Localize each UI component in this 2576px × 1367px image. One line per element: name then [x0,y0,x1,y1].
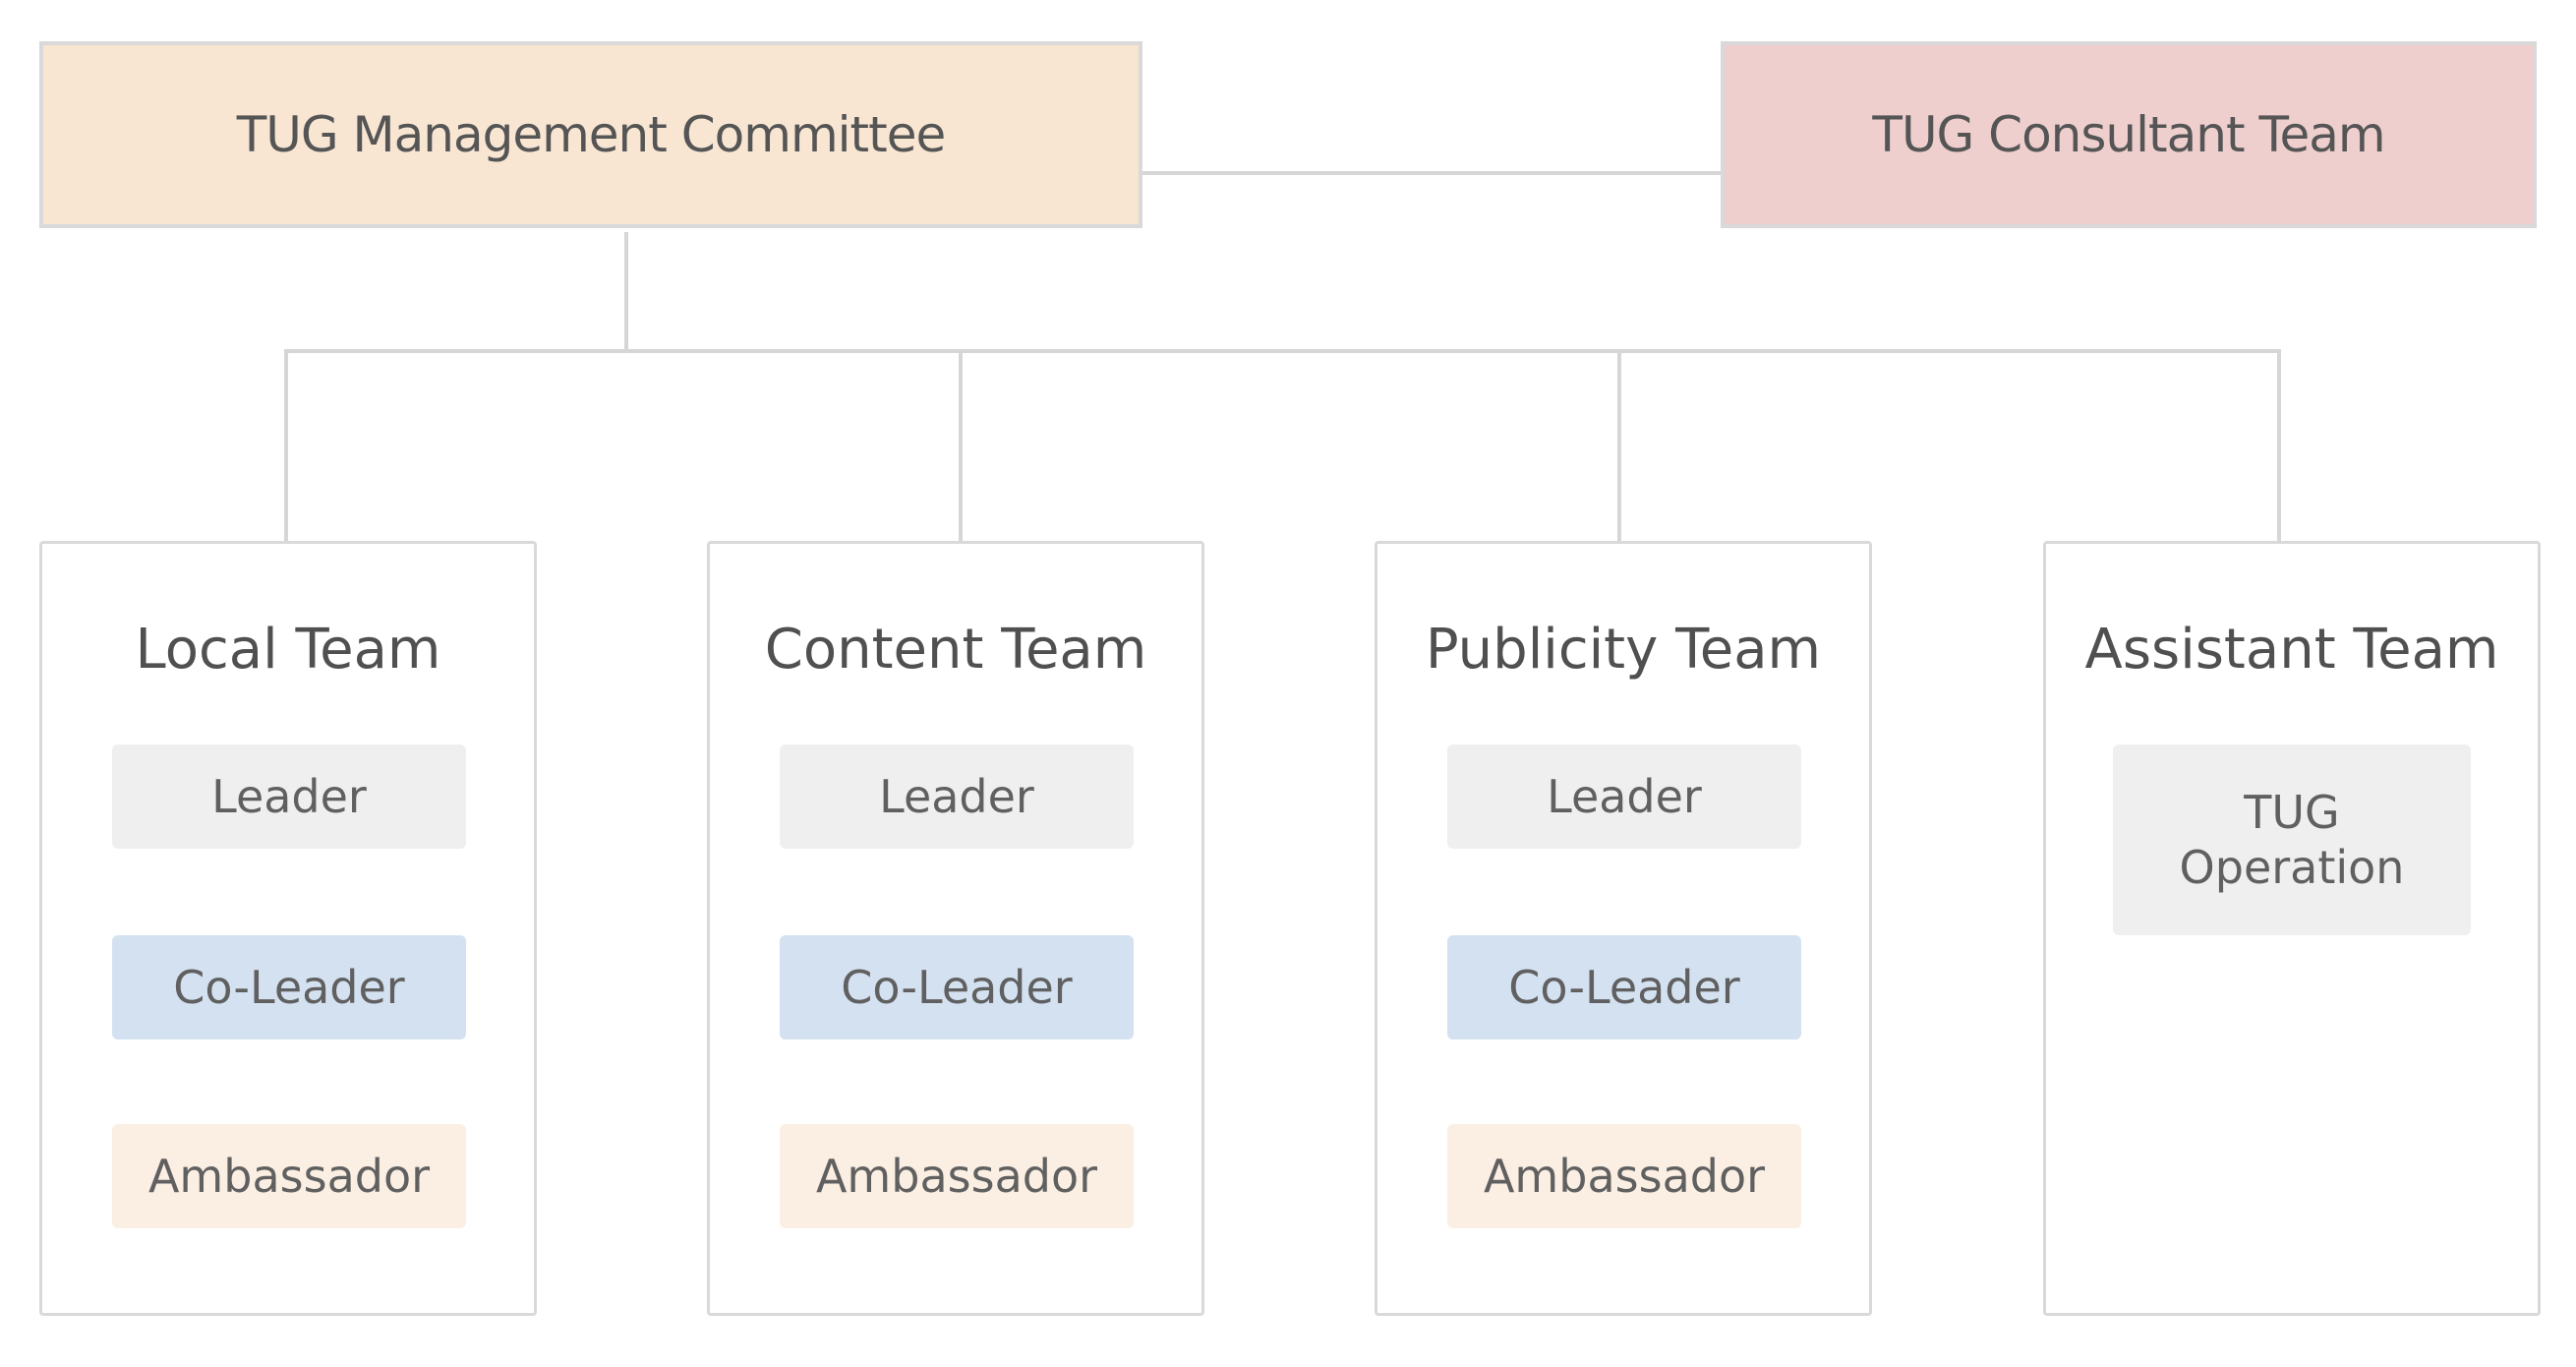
team-publicity[interactable]: Publicity Team Leader Co-Leader Ambassad… [1375,541,1872,1316]
role-co-leader[interactable]: Co-Leader [1447,935,1801,1040]
role-leader[interactable]: Leader [780,744,1134,849]
role-ambassador[interactable]: Ambassador [780,1124,1134,1228]
role-label: Co-Leader [841,961,1073,1014]
role-label: Ambassador [147,1150,431,1203]
team-local[interactable]: Local Team Leader Co-Leader Ambassador [39,541,537,1316]
role-label: TUG Operation [2179,786,2405,894]
role-label: Co-Leader [173,961,405,1014]
consultant-team-node[interactable]: TUG Consultant Team [1721,41,2537,228]
team-title: Assistant Team [2084,618,2499,682]
team-content[interactable]: Content Team Leader Co-Leader Ambassador [707,541,1204,1316]
connector-local-team [284,349,288,543]
connector-publicity-team [1617,349,1621,543]
role-leader[interactable]: Leader [112,744,466,849]
role-label: Ambassador [1483,1150,1766,1203]
consultant-team-label: TUG Consultant Team [1872,106,2385,163]
role-label: Leader [1547,770,1702,823]
connector-assistant-team [2277,349,2281,543]
team-assistant[interactable]: Assistant Team TUG Operation [2043,541,2541,1316]
team-title: Content Team [764,618,1147,682]
role-tug-operation[interactable]: TUG Operation [2113,744,2471,935]
role-label: Co-Leader [1508,961,1740,1014]
management-committee-node[interactable]: TUG Management Committee [39,41,1142,228]
role-co-leader[interactable]: Co-Leader [112,935,466,1040]
connector-management-down [624,232,628,353]
role-label: Leader [211,770,367,823]
connector-management-consultant [1142,171,1721,175]
connector-content-team [959,349,963,543]
management-committee-label: TUG Management Committee [236,106,947,163]
role-leader[interactable]: Leader [1447,744,1801,849]
role-ambassador[interactable]: Ambassador [1447,1124,1801,1228]
team-title: Local Team [135,618,441,682]
role-label: Leader [879,770,1034,823]
role-co-leader[interactable]: Co-Leader [780,935,1134,1040]
connector-horizontal-bus [284,349,2281,353]
role-label: Ambassador [815,1150,1098,1203]
role-ambassador[interactable]: Ambassador [112,1124,466,1228]
team-title: Publicity Team [1425,618,1822,682]
